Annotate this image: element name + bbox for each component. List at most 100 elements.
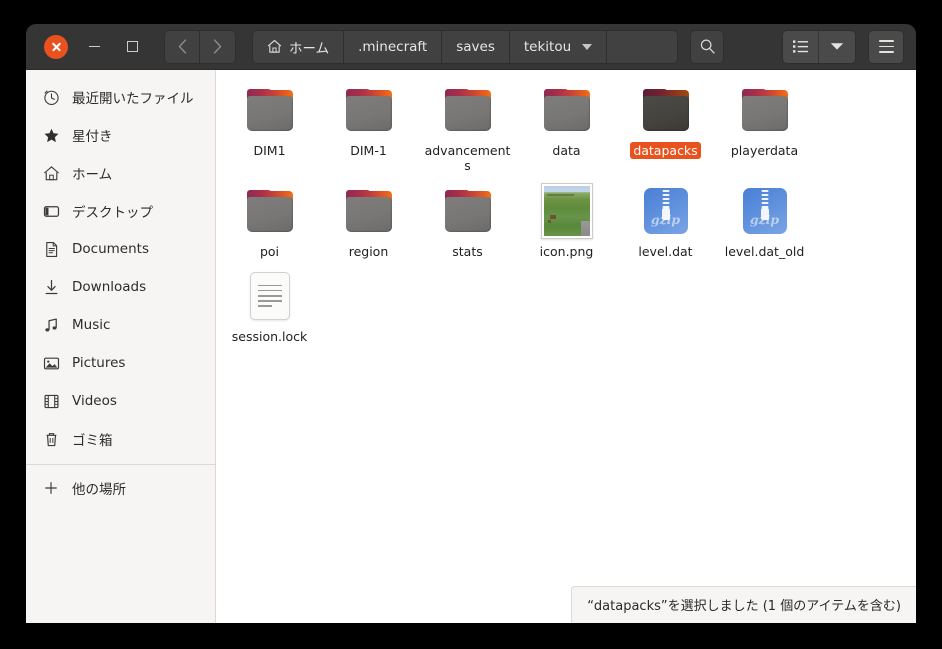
- back-button[interactable]: [165, 30, 200, 63]
- file-thumbnail: [244, 185, 296, 237]
- file-item-region[interactable]: region: [319, 179, 418, 264]
- breadcrumb-item-tekitou[interactable]: tekitou: [510, 30, 608, 63]
- hamburger-menu-icon: [878, 40, 894, 53]
- chevron-down-icon: [830, 43, 844, 50]
- view-options-dropdown[interactable]: [819, 31, 855, 63]
- sidebar-item-documents[interactable]: Documents: [26, 230, 215, 268]
- picture-icon: [42, 354, 60, 372]
- breadcrumb-item-minecraft[interactable]: .minecraft: [344, 30, 443, 63]
- sidebar-item-label: 最近開いたファイル: [72, 91, 194, 107]
- file-item-level-dat[interactable]: gzip level.dat: [616, 179, 715, 264]
- forward-button[interactable]: [200, 31, 235, 63]
- close-icon: [44, 34, 68, 59]
- document-icon: [42, 240, 60, 258]
- file-item-DIM1[interactable]: DIM1: [220, 78, 319, 179]
- sidebar-item-home[interactable]: ホーム: [26, 154, 215, 192]
- download-icon: [42, 278, 60, 296]
- file-name-label: session.lock: [231, 328, 308, 344]
- folder-icon: [444, 189, 492, 232]
- music-note-icon: [42, 316, 60, 334]
- home-icon: [267, 39, 282, 53]
- file-name-label: region: [348, 243, 389, 259]
- sidebar-item-label: Downloads: [72, 279, 147, 295]
- folder-icon: [345, 189, 393, 232]
- file-thumbnail: [739, 84, 791, 136]
- file-item-advancements[interactable]: advancements: [418, 78, 517, 179]
- file-name-label: DIM-1: [350, 143, 387, 158]
- file-name-label: data: [552, 143, 581, 158]
- file-item-icon-png[interactable]: icon.png: [517, 179, 616, 264]
- desktop-icon: [42, 202, 60, 220]
- file-thumbnail: [244, 84, 296, 136]
- gzip-archive-icon: gzip: [643, 187, 688, 234]
- list-view-button[interactable]: [783, 30, 819, 63]
- maximize-icon: [126, 41, 138, 52]
- main-menu-button[interactable]: [868, 29, 904, 64]
- sidebar-item-starred[interactable]: 星付き: [26, 116, 215, 154]
- file-name-label: level.dat: [638, 243, 693, 259]
- breadcrumb-label: tekitou: [523, 38, 572, 55]
- trash-icon: [42, 430, 60, 448]
- folder-icon: [345, 89, 393, 131]
- plus-icon: [42, 479, 60, 497]
- file-thumbnail: [442, 185, 494, 237]
- chevron-down-icon: [582, 43, 593, 50]
- sidebar-item-videos[interactable]: Videos: [26, 382, 215, 420]
- file-thumbnail: [343, 185, 395, 237]
- file-item-level-dat-old[interactable]: gzip level.dat_old: [715, 179, 814, 264]
- file-name-label: icon.png: [539, 243, 594, 259]
- breadcrumb-empty-segment[interactable]: [607, 31, 677, 63]
- header-tools: [782, 29, 916, 64]
- sidebar-item-label: Videos: [72, 393, 117, 409]
- minimize-icon: [88, 45, 100, 48]
- folder-icon: [246, 89, 294, 131]
- file-thumbnail: [244, 270, 296, 322]
- breadcrumb-label: ホーム: [289, 40, 330, 57]
- file-item-DIM-1[interactable]: DIM-1: [319, 78, 418, 179]
- gzip-icon-label: gzip: [749, 211, 780, 227]
- status-bar: “datapacks”を選択しました (1 個のアイテムを含む): [571, 586, 916, 623]
- minimize-button[interactable]: [75, 32, 113, 62]
- sidebar-item-label: ホーム: [72, 167, 113, 183]
- file-thumbnail: [541, 84, 593, 136]
- gzip-archive-icon: gzip: [742, 187, 787, 234]
- file-thumbnail: [442, 84, 494, 136]
- file-list-view[interactable]: DIM1 DIM-1 advancements data datapacks p…: [216, 70, 916, 623]
- search-button[interactable]: [690, 29, 725, 64]
- view-mode-group: [782, 29, 856, 64]
- file-item-session-lock[interactable]: session.lock: [220, 264, 319, 349]
- breadcrumb-item-saves[interactable]: saves: [442, 30, 510, 63]
- file-thumbnail: [640, 84, 692, 136]
- file-item-playerdata[interactable]: playerdata: [715, 78, 814, 179]
- file-name-label: poi: [259, 243, 280, 259]
- file-item-data[interactable]: data: [517, 78, 616, 179]
- breadcrumb-label: saves: [456, 38, 495, 55]
- file-item-datapacks[interactable]: datapacks: [616, 78, 715, 179]
- sidebar-item-trash[interactable]: ゴミ箱: [26, 420, 215, 458]
- list-view-icon: [793, 40, 808, 53]
- folder-icon: [444, 89, 492, 131]
- maximize-button[interactable]: [113, 32, 151, 62]
- file-thumbnail: [540, 182, 593, 239]
- sidebar-item-other-locations[interactable]: 他の場所: [26, 469, 215, 507]
- folder-icon: [642, 89, 690, 131]
- sidebar-item-label: Music: [72, 317, 111, 333]
- sidebar-item-label: Documents: [72, 241, 149, 257]
- sidebar-item-label: 他の場所: [72, 482, 126, 498]
- file-item-poi[interactable]: poi: [220, 179, 319, 264]
- chevron-left-icon: [178, 39, 186, 54]
- file-thumbnail: gzip: [739, 185, 791, 237]
- breadcrumb-item-home[interactable]: ホーム: [253, 30, 345, 63]
- sidebar-item-desktop[interactable]: デスクトップ: [26, 192, 215, 230]
- folder-icon: [741, 89, 789, 131]
- sidebar-item-recent[interactable]: 最近開いたファイル: [26, 78, 215, 116]
- sidebar-item-downloads[interactable]: Downloads: [26, 268, 215, 306]
- sidebar-item-label: 星付き: [72, 129, 113, 145]
- file-name-label: advancements: [424, 143, 511, 174]
- file-name-label: datapacks: [630, 142, 701, 160]
- breadcrumb-label: .minecraft: [358, 38, 428, 55]
- close-button[interactable]: [37, 32, 75, 62]
- file-item-stats[interactable]: stats: [418, 179, 517, 264]
- sidebar-item-pictures[interactable]: Pictures: [26, 344, 215, 382]
- sidebar-item-music[interactable]: Music: [26, 306, 215, 344]
